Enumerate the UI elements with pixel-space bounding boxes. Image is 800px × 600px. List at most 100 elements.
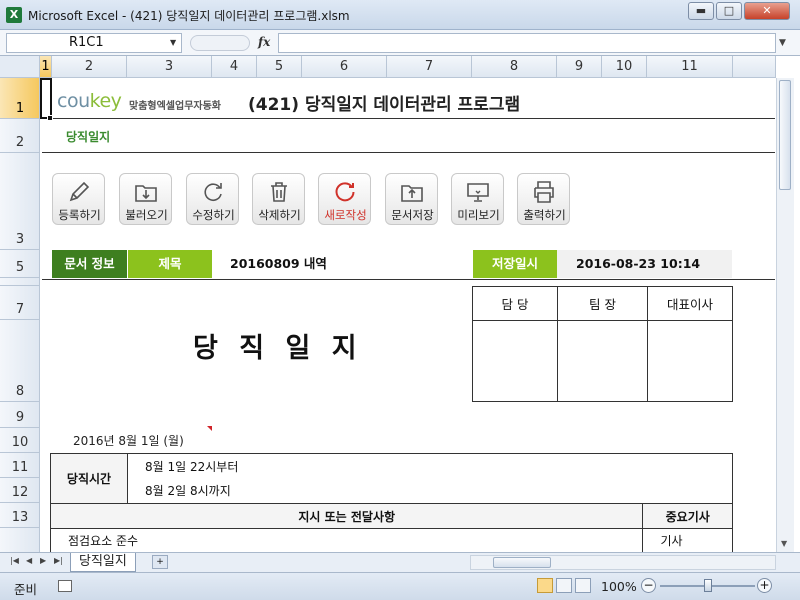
print-button[interactable]: 출력하기 — [517, 173, 570, 225]
select-all-corner[interactable] — [0, 56, 40, 78]
worksheet-grid[interactable]: 1 2 3 4 5 6 7 8 9 10 11 1 2 3 5 7 8 9 10… — [0, 56, 800, 552]
column-header[interactable]: 4 — [212, 56, 257, 78]
new-document-button[interactable]: 새로작성 — [318, 173, 371, 225]
monitor-icon — [467, 183, 489, 202]
window-titlebar: X Microsoft Excel - (421) 당직일지 데이터관리 프로그… — [0, 0, 800, 30]
column-header[interactable] — [733, 56, 776, 78]
approval-header-ceo: 대표이사 — [647, 286, 733, 321]
insert-sheet-icon[interactable]: + — [152, 555, 168, 569]
comment-indicator-icon[interactable] — [207, 426, 212, 431]
edit-button[interactable]: 수정하기 — [186, 173, 239, 225]
edit-label: 수정하기 — [192, 208, 235, 222]
fill-handle[interactable] — [47, 115, 53, 121]
formula-input[interactable] — [278, 33, 776, 53]
formula-bar-splitter[interactable] — [190, 35, 250, 51]
zoom-out-icon[interactable]: − — [641, 578, 656, 593]
column-header[interactable]: 3 — [127, 56, 212, 78]
row-header[interactable]: 2 — [0, 119, 40, 153]
active-cell[interactable] — [40, 78, 52, 119]
close-button[interactable]: ✕ — [744, 2, 790, 20]
divider — [42, 279, 775, 280]
horizontal-scrollbar[interactable] — [470, 555, 776, 570]
row-header[interactable]: 9 — [0, 402, 40, 428]
normal-view-icon[interactable] — [537, 578, 553, 593]
doc-title-value[interactable]: 20160809 내역 — [230, 250, 327, 278]
sheet-tab-bar: |◀ ◀ ▶ ▶| 당직일지 + — [0, 552, 800, 572]
duty-start[interactable]: 8월 1일 22시부터 — [127, 453, 733, 479]
column-header[interactable]: 11 — [647, 56, 733, 78]
row-header[interactable]: 5 — [0, 250, 40, 278]
instruction-cell[interactable]: 점검요소 준수 — [49, 528, 644, 552]
folder-upload-icon — [401, 185, 423, 202]
next-sheet-icon[interactable]: ▶ — [40, 556, 46, 565]
signature-cell[interactable] — [472, 320, 558, 402]
column-header[interactable]: 1 — [40, 56, 52, 78]
preview-button[interactable]: 미리보기 — [451, 173, 504, 225]
vertical-scrollbar[interactable]: ▲ ▼ — [776, 78, 794, 552]
zoom-level[interactable]: 100% — [601, 579, 637, 594]
row-header[interactable]: 8 — [0, 320, 40, 402]
row-header[interactable]: 12 — [0, 478, 40, 503]
scroll-thumb[interactable] — [779, 80, 791, 190]
zoom-slider[interactable] — [660, 579, 755, 592]
row-header[interactable]: 13 — [0, 503, 40, 528]
minimize-button[interactable]: ▬ — [688, 2, 714, 20]
saved-at-label: 저장일시 — [473, 250, 557, 278]
row-header[interactable]: 1 — [0, 78, 40, 119]
approval-header-leader: 팀 장 — [557, 286, 648, 321]
row-header[interactable]: 7 — [0, 286, 40, 320]
delete-button[interactable]: 삭제하기 — [252, 173, 305, 225]
signature-cell[interactable] — [557, 320, 648, 402]
important-header: 중요기사 — [642, 503, 733, 529]
register-button[interactable]: 등록하기 — [52, 173, 105, 225]
important-cell[interactable]: 기사 — [642, 528, 733, 552]
new-circle-icon — [335, 182, 355, 202]
maximize-button[interactable]: □ — [716, 2, 742, 20]
delete-label: 삭제하기 — [258, 208, 301, 222]
save-document-button[interactable]: 문서저장 — [385, 173, 438, 225]
last-sheet-icon[interactable]: ▶| — [54, 556, 63, 565]
saved-at-value[interactable]: 2016-08-23 10:14 — [557, 250, 732, 278]
column-header[interactable]: 8 — [472, 56, 557, 78]
row-header[interactable]: 3 — [0, 153, 40, 250]
scroll-down-icon[interactable]: ▼ — [781, 539, 787, 548]
pencil-icon — [69, 181, 90, 202]
sheet-tab-active[interactable]: 당직일지 — [70, 553, 136, 572]
column-header[interactable]: 7 — [387, 56, 472, 78]
signature-cell[interactable] — [647, 320, 733, 402]
zoom-slider-thumb[interactable] — [703, 579, 712, 592]
brand-tagline: 맞춤형엑셀업무자동화 — [129, 101, 221, 112]
first-sheet-icon[interactable]: |◀ — [10, 556, 19, 565]
expand-formula-icon[interactable]: ▼ — [779, 38, 786, 48]
column-header[interactable]: 5 — [257, 56, 302, 78]
approval-header-staff: 담 당 — [472, 286, 558, 321]
sheet-subtitle: 당직일지 — [66, 130, 111, 144]
page-break-view-icon[interactable] — [575, 578, 591, 593]
row-header[interactable] — [0, 278, 40, 286]
status-bar: 준비 100% − + — [0, 572, 800, 600]
column-header[interactable]: 2 — [52, 56, 127, 78]
trash-icon — [271, 182, 287, 202]
chevron-down-icon[interactable]: ▼ — [170, 38, 176, 47]
scroll-thumb[interactable] — [493, 557, 551, 568]
page-layout-view-icon[interactable] — [556, 578, 572, 593]
load-button[interactable]: 불러오기 — [119, 173, 172, 225]
macro-record-icon[interactable] — [58, 580, 72, 592]
function-icon[interactable]: fx — [258, 35, 270, 49]
window-title: Microsoft Excel - (421) 당직일지 데이터관리 프로그램.… — [28, 9, 350, 23]
column-header[interactable]: 6 — [302, 56, 387, 78]
row-header[interactable] — [0, 528, 40, 552]
duty-end[interactable]: 8월 2일 8시까지 — [127, 478, 733, 504]
zoom-in-icon[interactable]: + — [757, 578, 772, 593]
prev-sheet-icon[interactable]: ◀ — [26, 556, 32, 565]
column-header[interactable]: 10 — [602, 56, 647, 78]
duty-date[interactable]: 2016년 8월 1일 (월) — [73, 432, 184, 449]
page-title: (421) 당직일지 데이터관리 프로그램 — [248, 95, 521, 115]
divider — [42, 152, 775, 153]
column-header[interactable]: 9 — [557, 56, 602, 78]
row-header[interactable]: 10 — [0, 428, 40, 453]
document-heading: 당 직 일 지 — [193, 333, 363, 364]
duty-table: 당직시간 8월 1일 22시부터 8월 2일 8시까지 지시 또는 전달사항 중… — [49, 453, 733, 552]
row-header[interactable]: 11 — [0, 453, 40, 478]
name-box[interactable]: R1C1 — [6, 33, 182, 53]
